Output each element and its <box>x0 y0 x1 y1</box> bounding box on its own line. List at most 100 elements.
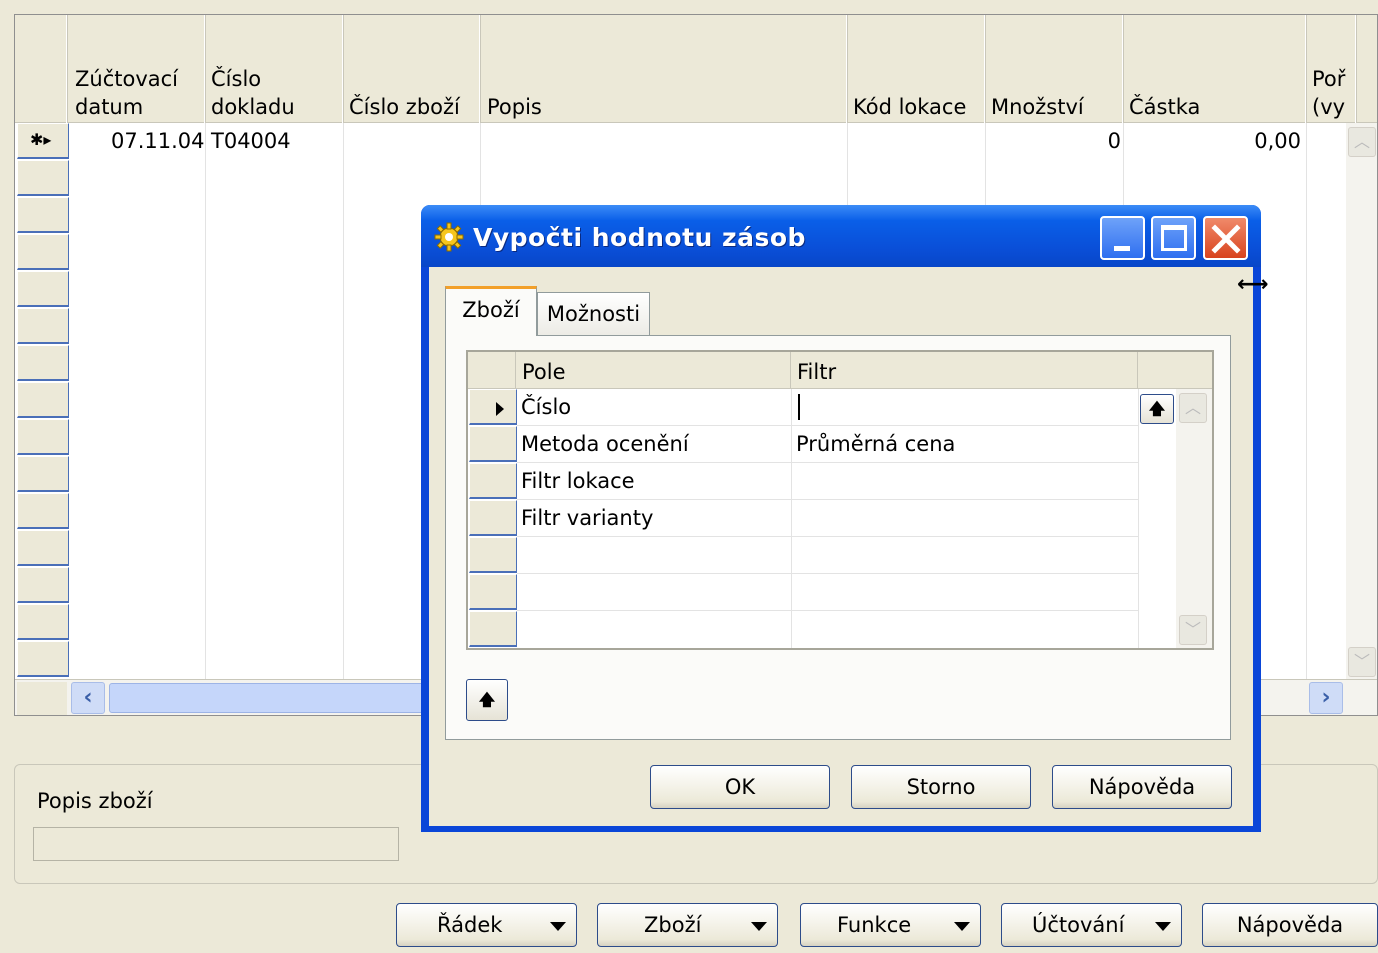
filter-grid-hline <box>517 425 1138 426</box>
filter-row-field-valuation-method[interactable]: Metoda ocenění <box>521 432 689 456</box>
item-menu-label: Zboží <box>644 913 702 937</box>
scroll-up-icon[interactable]: ︿ <box>1179 393 1207 423</box>
row-selector[interactable] <box>17 345 69 381</box>
posting-date-cell[interactable]: 07.11.04 <box>111 129 205 153</box>
row-selector[interactable] <box>17 382 69 418</box>
tab-options[interactable]: Možnosti <box>537 292 650 336</box>
chevron-down-icon <box>1155 922 1171 931</box>
item-menu-button[interactable]: Zboží <box>597 903 778 947</box>
col-header-location-code[interactable]: Kód lokace <box>847 15 985 123</box>
col-header-amount-label: Částka <box>1129 95 1201 119</box>
filter-row-selector-current[interactable] <box>469 389 517 425</box>
filter-row-field-location[interactable]: Filtr lokace <box>521 469 635 493</box>
col-header-item-no-label: Číslo zboží <box>349 95 460 119</box>
col-header-quantity[interactable]: Množství <box>985 15 1123 123</box>
close-button[interactable] <box>1203 216 1248 260</box>
row-selector[interactable] <box>17 604 69 640</box>
filter-row-selector[interactable] <box>469 537 517 573</box>
amount-cell[interactable]: 0,00 <box>1219 129 1301 153</box>
row-selector[interactable] <box>17 308 69 344</box>
row-selector-new[interactable]: ✱▸ <box>17 123 69 159</box>
col-header-document-no[interactable]: Číslo dokladu <box>205 15 343 123</box>
filter-grid-hline <box>517 499 1138 500</box>
col-header-order-label: Poř (vy <box>1312 67 1346 119</box>
grid-vline <box>343 123 344 679</box>
col-header-field-label: Pole <box>522 360 566 384</box>
filter-row-selector[interactable] <box>469 574 517 610</box>
row-selector[interactable] <box>17 567 69 603</box>
row-selector[interactable] <box>17 160 69 196</box>
chevron-down-icon <box>550 922 566 931</box>
col-header-order[interactable]: Poř (vy <box>1306 15 1356 123</box>
item-description-label: Popis zboží <box>37 789 153 813</box>
scroll-down-icon[interactable]: ﹀ <box>1179 615 1207 645</box>
tab-items-label: Zboží <box>462 298 520 322</box>
journal-row[interactable]: 07.11.04 T04004 0 0,00 <box>69 123 1306 160</box>
filter-grid-scrollbar[interactable]: ︿ ﹀ <box>1176 389 1212 648</box>
row-selector[interactable] <box>17 641 69 677</box>
filter-row-field-variant[interactable]: Filtr varianty <box>521 506 653 530</box>
row-selector[interactable] <box>17 234 69 270</box>
col-header-field[interactable]: Pole <box>516 352 791 388</box>
col-header-filter-label: Filtr <box>797 360 837 384</box>
current-row-arrow-icon <box>496 402 504 416</box>
filter-grid[interactable]: Pole Filtr Číslo Metoda ocenění Průměrná… <box>466 350 1214 650</box>
col-header-document-no-label: Číslo dokladu <box>211 67 295 119</box>
filter-grid-hline <box>517 610 1138 611</box>
row-selector[interactable] <box>17 271 69 307</box>
scroll-left-icon[interactable]: ‹ <box>71 682 105 714</box>
filter-row-field-number[interactable]: Číslo <box>521 395 571 419</box>
minimize-button[interactable] <box>1100 216 1145 260</box>
assist-edit-arrow-icon[interactable]: 🡅 <box>466 679 508 721</box>
line-menu-button[interactable]: Řádek <box>396 903 577 947</box>
functions-menu-button[interactable]: Funkce <box>800 903 981 947</box>
dialog-help-button[interactable]: Nápověda <box>1052 765 1232 809</box>
col-header-description-label: Popis <box>487 95 542 119</box>
col-header-filter[interactable]: Filtr <box>791 352 1138 388</box>
text-cursor <box>798 394 800 420</box>
filter-row-selector[interactable] <box>469 463 517 499</box>
dialog-titlebar[interactable]: Vypočti hodnotu zásob <box>421 205 1261 267</box>
filter-row-value-number[interactable] <box>797 392 1135 422</box>
row-selector[interactable] <box>17 197 69 233</box>
row-selector[interactable] <box>17 456 69 492</box>
row-selector-column[interactable]: ✱▸ <box>15 123 69 679</box>
quantity-cell[interactable]: 0 <box>1105 129 1121 153</box>
col-header-posting-date[interactable]: Zúčtovací datum <box>67 15 205 123</box>
grid-vline <box>205 123 206 679</box>
lookup-arrow-icon[interactable]: 🡅 <box>1140 394 1174 424</box>
vertical-scrollbar[interactable]: ︿ ﹀ <box>1346 123 1377 679</box>
filter-row-selector[interactable] <box>469 500 517 536</box>
scroll-up-icon[interactable]: ︿ <box>1348 127 1376 157</box>
col-header-amount[interactable]: Částka <box>1123 15 1306 123</box>
filter-grid-corner <box>468 352 516 388</box>
document-no-cell[interactable]: T04004 <box>211 129 291 153</box>
col-header-item-no[interactable]: Číslo zboží <box>343 15 480 123</box>
ok-button[interactable]: OK <box>650 765 830 809</box>
filter-grid-header: Pole Filtr <box>468 352 1212 389</box>
grid-vline <box>1306 123 1307 679</box>
row-selector[interactable] <box>17 419 69 455</box>
gear-icon <box>433 221 465 253</box>
maximize-button[interactable] <box>1151 216 1196 260</box>
calculate-inventory-value-dialog[interactable]: Vypočti hodnotu zásob Zboží Možnosti Pol… <box>421 205 1261 832</box>
scroll-down-icon[interactable]: ﹀ <box>1348 647 1376 677</box>
cancel-button-label: Storno <box>906 775 976 799</box>
filter-grid-vline <box>1138 389 1139 648</box>
col-header-description[interactable]: Popis <box>480 15 847 123</box>
maximize-icon <box>1161 225 1187 251</box>
filter-row-selector[interactable] <box>469 426 517 462</box>
minimize-icon <box>1114 246 1130 251</box>
filter-row-selector[interactable] <box>469 611 517 647</box>
row-selector[interactable] <box>17 493 69 529</box>
row-selector[interactable] <box>17 530 69 566</box>
scroll-right-icon[interactable]: › <box>1309 682 1343 714</box>
posting-menu-button[interactable]: Účtování <box>1001 903 1182 947</box>
horizontal-scroll-thumb[interactable] <box>109 683 439 713</box>
tab-items[interactable]: Zboží <box>445 286 537 336</box>
help-button[interactable]: Nápověda <box>1202 903 1378 947</box>
cancel-button[interactable]: Storno <box>851 765 1031 809</box>
col-header-posting-date-label: Zúčtovací datum <box>75 67 179 119</box>
ok-button-label: OK <box>724 775 756 799</box>
filter-row-value-valuation-method[interactable]: Průměrná cena <box>796 432 955 456</box>
